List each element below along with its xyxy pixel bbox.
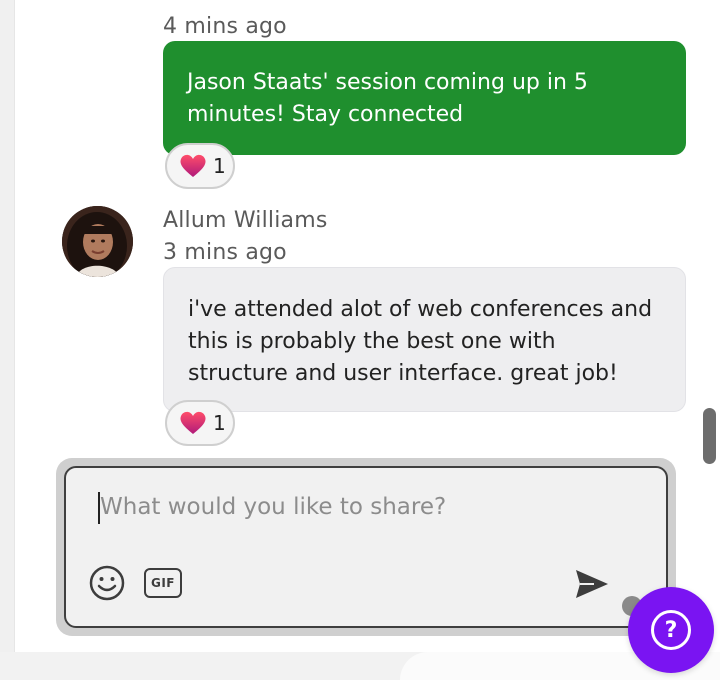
smiley-icon[interactable] <box>88 564 126 602</box>
heart-icon <box>180 411 206 434</box>
reaction-pill[interactable]: 1 <box>165 143 235 189</box>
send-icon[interactable] <box>572 564 612 604</box>
scrollbar-thumb[interactable] <box>703 408 716 464</box>
composer-box[interactable]: GIF <box>64 466 668 628</box>
heart-icon <box>180 154 206 177</box>
message-composer: GIF <box>56 458 676 636</box>
help-button[interactable]: ? <box>628 587 714 673</box>
message-timestamp: 3 mins ago <box>163 240 287 265</box>
reaction-count: 1 <box>213 411 226 435</box>
gif-button[interactable]: GIF <box>144 568 182 598</box>
message-input[interactable] <box>96 490 640 524</box>
message-bubble-organizer: Jason Staats' session coming up in 5 min… <box>163 41 686 155</box>
footer-strip <box>0 652 720 680</box>
message-author[interactable]: Allum Williams <box>163 208 328 233</box>
reaction-count: 1 <box>213 154 226 178</box>
text-caret <box>98 492 100 524</box>
message-timestamp: 4 mins ago <box>163 14 287 39</box>
reaction-pill[interactable]: 1 <box>165 400 235 446</box>
question-icon: ? <box>651 610 691 650</box>
message-bubble-attendee: i've attended alot of web conferences an… <box>163 267 686 412</box>
avatar[interactable] <box>62 206 133 277</box>
